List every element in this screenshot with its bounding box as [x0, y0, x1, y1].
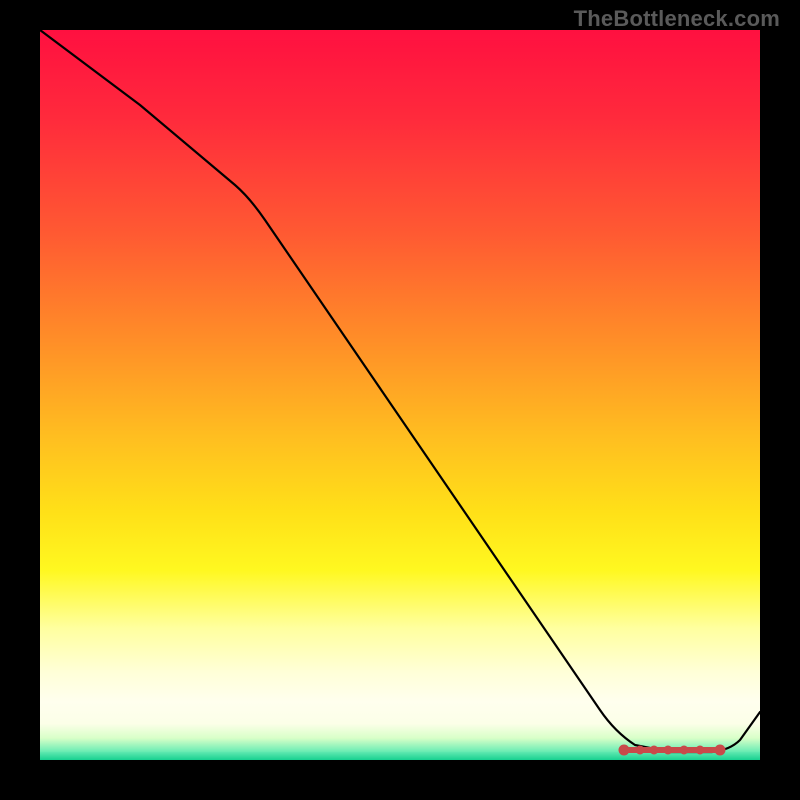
- curve-overlay: [40, 30, 760, 760]
- highlight-dot: [650, 746, 658, 754]
- highlight-dot: [664, 746, 672, 754]
- bottleneck-curve: [40, 30, 760, 752]
- highlight-dot: [696, 746, 704, 754]
- chart-container: TheBottleneck.com: [0, 0, 800, 800]
- watermark-text: TheBottleneck.com: [574, 6, 780, 32]
- highlight-dot: [680, 746, 688, 754]
- plot-area: [40, 30, 760, 760]
- highlight-dot: [636, 746, 644, 754]
- highlight-dot: [619, 745, 629, 755]
- highlight-dot: [715, 745, 725, 755]
